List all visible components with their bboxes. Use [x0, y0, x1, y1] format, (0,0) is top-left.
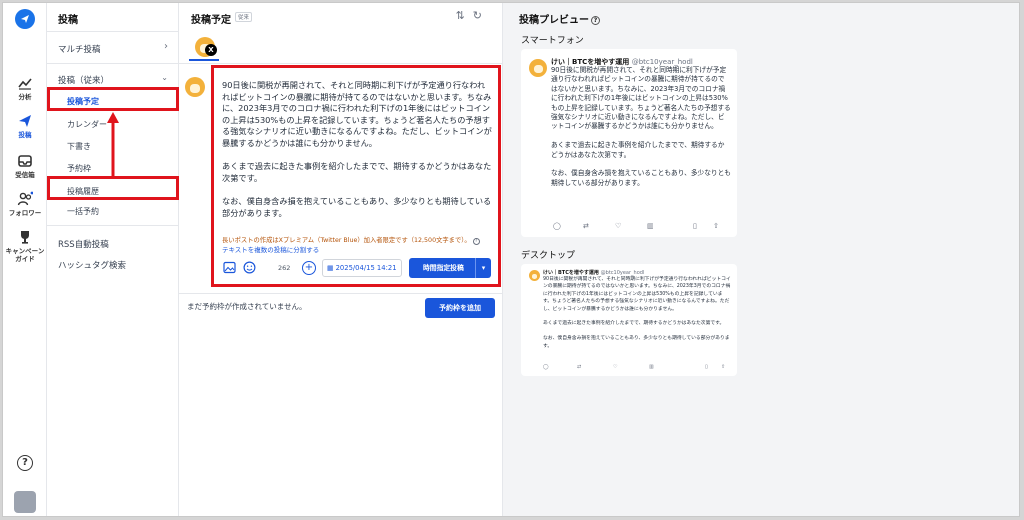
menu-hashtag-search[interactable]: ハッシュタグ検索	[58, 259, 126, 271]
highlight-box-scheduled	[47, 87, 179, 111]
preview-account-small: けい｜BTCを増やす運用 @btc10year_hodl	[543, 269, 644, 276]
preview-title-text: 投稿プレビュー	[519, 15, 589, 26]
divider	[179, 63, 503, 64]
icon-rail: 分析 投稿 受信箱 フォロワー キャンペーン ガイド ?	[3, 3, 47, 516]
divider	[47, 225, 179, 226]
chevron-down-icon: ⌄	[161, 73, 168, 82]
menu-multi-post[interactable]: マルチ投稿 ›	[58, 41, 178, 55]
add-thread-icon[interactable]: +	[302, 261, 316, 275]
image-icon[interactable]	[222, 261, 236, 275]
account-avatar[interactable]	[14, 491, 36, 513]
schedule-date-value: 2025/04/15 14:21	[335, 264, 397, 272]
smartphone-label: スマートフォン	[521, 36, 584, 46]
preview-text-small: 90日後に関税が再開されて、それと同時期に利下げが予定通り行なわれればビットコイ…	[543, 277, 731, 349]
menu-drafts[interactable]: 下書き	[67, 141, 91, 152]
rail-campaign[interactable]: キャンペーン ガイド	[3, 229, 47, 263]
menu-calendar[interactable]: カレンダー	[67, 119, 107, 130]
x-logo-icon: X	[205, 44, 217, 56]
legacy-badge: 従来	[235, 12, 253, 22]
share-icon: ⇧	[721, 364, 726, 370]
app-window: 分析 投稿 受信箱 フォロワー キャンペーン ガイド ? 投稿 マルチ投稿 ›	[2, 2, 1020, 517]
preview-title: 投稿プレビュー?	[519, 11, 600, 26]
preview-avatar-small	[529, 270, 540, 281]
schedule-date-field[interactable]: ▦ 2025/04/15 14:21	[322, 259, 402, 277]
post-menu: 投稿 マルチ投稿 › 投稿（従来） ⌄ 投稿予定 カレンダー 下書き 予約枠 投…	[47, 3, 179, 516]
preview-avatar	[529, 59, 547, 77]
chevron-down-icon[interactable]: ▾	[475, 258, 491, 278]
help-icon[interactable]: ?	[17, 455, 33, 471]
split-posts-link[interactable]: テキストを複数の投稿に分割する	[222, 244, 319, 254]
compose-panel: 投稿予定 従来 ⇅↻ X 90日後に関税が再開されて、それと同時期に利下げが予定…	[179, 3, 503, 516]
rail-analytics-label: 分析	[18, 93, 32, 101]
rail-inbox-label: 受信箱	[15, 171, 35, 179]
smartphone-preview-card: けい｜BTCを増やす運用 @btc10year_hodl 90日後に関税が再開さ…	[521, 49, 737, 237]
trophy-icon	[21, 231, 29, 244]
chart-icon	[18, 78, 32, 90]
bookmark-icon: ▯	[705, 364, 708, 370]
desktop-preview-card: けい｜BTCを増やす運用 @btc10year_hodl 90日後に関税が再開さ…	[521, 264, 737, 376]
reply-icon: ◯	[543, 364, 549, 370]
refresh-icon[interactable]: ↻	[473, 9, 490, 22]
rail-campaign-label: キャンペーン ガイド	[5, 247, 45, 263]
calendar-icon: ▦	[327, 264, 336, 272]
chevron-right-icon: ›	[164, 41, 168, 52]
menu-legacy-post-label: 投稿（従来）	[58, 76, 110, 86]
rail-post[interactable]: 投稿	[3, 113, 47, 139]
premium-warning-text: 長いポストの作成はXプレミアム（Twitter Blue）加入者限定です（12,…	[222, 237, 471, 244]
menu-bulk-schedule[interactable]: 一括予約	[67, 206, 99, 217]
header-tools: ⇅↻	[456, 9, 490, 22]
preview-panel: 投稿プレビュー? スマートフォン けい｜BTCを増やす運用 @btc10year…	[503, 3, 1019, 516]
menu-rss[interactable]: RSS自動投稿	[58, 238, 109, 250]
rail-inbox[interactable]: 受信箱	[3, 153, 47, 179]
add-slot-button[interactable]: 予約枠を追加	[425, 298, 495, 318]
preview-handle: @btc10year_hodl	[631, 58, 693, 66]
char-count: 262	[278, 264, 291, 272]
account-selected-indicator	[189, 59, 219, 61]
retweet-icon: ⇄	[577, 364, 582, 370]
like-icon: ♡	[613, 364, 618, 370]
send-icon	[19, 115, 31, 127]
help-icon[interactable]: ?	[591, 16, 600, 25]
page-title: 投稿予定	[191, 15, 231, 26]
menu-title: 投稿	[58, 15, 78, 26]
schedule-post-label: 時間指定投稿	[423, 264, 464, 272]
like-icon: ♡	[615, 222, 622, 230]
views-icon: ▥	[649, 364, 654, 370]
preview-account-name: けい｜BTCを増やす運用	[551, 58, 630, 66]
highlight-box-history	[47, 176, 179, 200]
rail-post-label: 投稿	[18, 131, 32, 139]
inbox-icon	[18, 155, 32, 167]
users-icon	[17, 191, 33, 206]
post-textarea[interactable]: 90日後に関税が再開されて、それと同時期に利下げが予定通り行なわれればビットコイ…	[222, 80, 492, 219]
divider	[47, 63, 179, 64]
rail-analytics[interactable]: 分析	[3, 75, 47, 101]
menu-slots[interactable]: 予約枠	[67, 163, 91, 174]
schedule-post-button[interactable]: 時間指定投稿 ▾	[409, 258, 491, 278]
emoji-icon[interactable]	[242, 261, 256, 275]
preview-text: 90日後に関税が再開されて、それと同時期に利下げが予定通り行なわれればビットコイ…	[551, 66, 731, 187]
views-icon: ▥	[647, 222, 654, 230]
desktop-label: デスクトップ	[521, 251, 576, 261]
reply-icon: ◯	[553, 222, 561, 230]
sort-icon[interactable]: ⇅	[456, 9, 473, 22]
retweet-icon: ⇄	[583, 222, 589, 230]
bookmark-icon: ▯	[693, 222, 697, 230]
menu-multi-post-label: マルチ投稿	[58, 45, 101, 55]
rail-followers[interactable]: フォロワー	[3, 191, 47, 217]
rail-followers-label: フォロワー	[8, 209, 42, 217]
app-logo-icon[interactable]	[15, 9, 35, 29]
menu-legacy-post[interactable]: 投稿（従来） ⌄	[58, 73, 178, 86]
help-icon[interactable]: ?	[472, 238, 480, 245]
post-editor[interactable]: 90日後に関税が再開されて、それと同時期に利下げが予定通り行なわれればビットコイ…	[211, 65, 501, 287]
divider	[179, 293, 503, 294]
no-slot-message: まだ予約枠が作成されていません。	[187, 302, 307, 311]
composer-avatar	[185, 77, 205, 97]
divider	[47, 31, 179, 32]
share-icon: ⇧	[713, 222, 719, 230]
editor-toolbar: 262 + ▦ 2025/04/15 14:21 時間指定投稿 ▾	[218, 257, 496, 281]
